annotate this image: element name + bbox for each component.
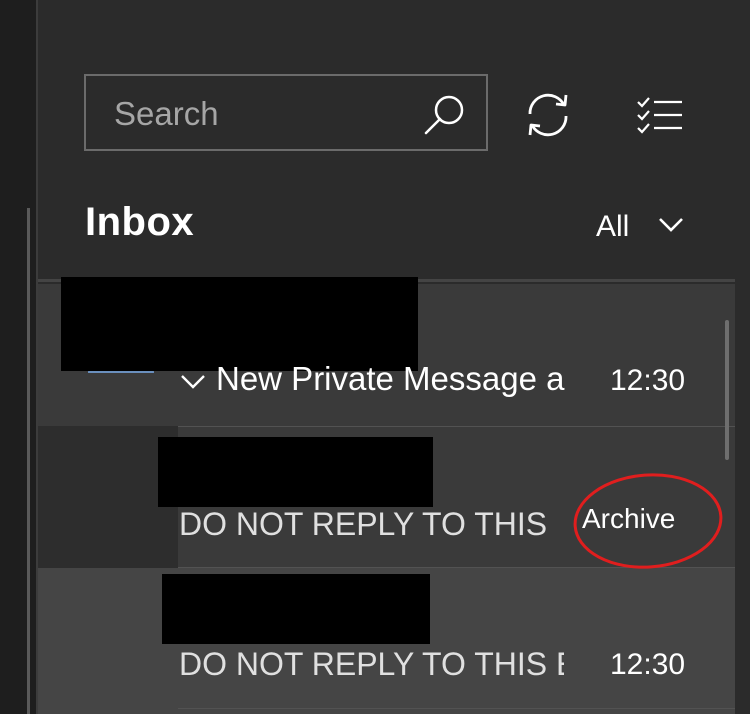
app-left-rail: [0, 0, 36, 714]
sync-icon[interactable]: [522, 90, 574, 140]
left-rail-scrollbar[interactable]: [27, 208, 30, 714]
message-preview: DO NOT REPLY TO THIS E: [179, 646, 564, 682]
message-list-scrollbar[interactable]: [725, 320, 729, 460]
folder-title: Inbox: [85, 200, 195, 244]
chevron-down-icon[interactable]: [180, 374, 206, 390]
filter-label[interactable]: All: [596, 210, 629, 243]
row-divider: [178, 426, 735, 427]
search-box[interactable]: [84, 74, 488, 151]
search-icon[interactable]: [422, 92, 468, 138]
message-subject: New Private Message a: [216, 360, 565, 397]
redacted-sender: [61, 277, 418, 371]
redacted-sender: [162, 574, 430, 644]
redacted-sender: [158, 437, 433, 507]
message-preview: DO NOT REPLY TO THIS: [179, 506, 548, 542]
chevron-down-icon[interactable]: [658, 216, 684, 234]
message-time: 12:30: [610, 648, 686, 681]
row-divider: [178, 567, 735, 568]
select-mode-icon[interactable]: [636, 95, 684, 135]
filter-dropdown[interactable]: All: [596, 210, 683, 250]
row-divider: [178, 708, 735, 709]
search-input[interactable]: [112, 94, 406, 134]
right-edge: [735, 0, 750, 714]
message-time: 12:30: [610, 364, 686, 397]
archive-button[interactable]: Archive: [582, 503, 675, 535]
